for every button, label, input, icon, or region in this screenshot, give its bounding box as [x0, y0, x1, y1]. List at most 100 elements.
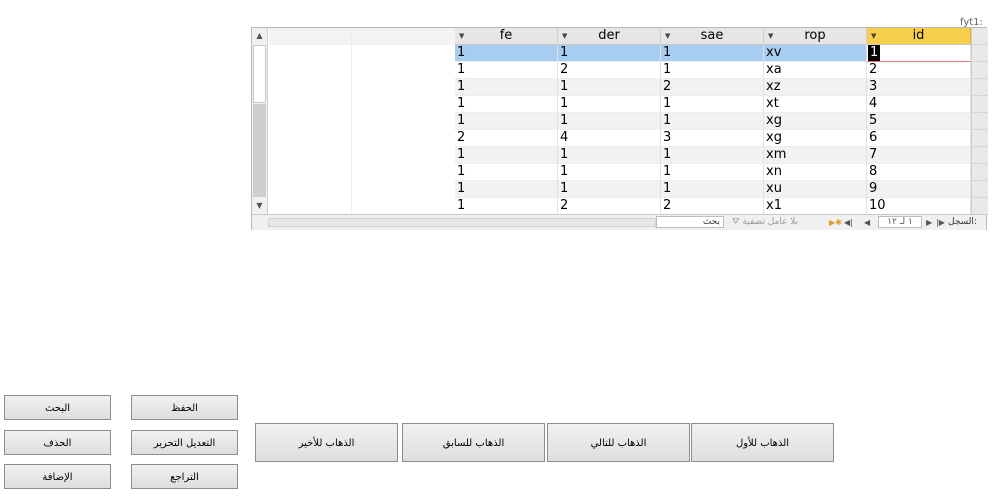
cell-der[interactable]: 4 [558, 130, 661, 147]
table-row[interactable]: 1 2 1 xa 2 [455, 62, 971, 79]
cell-der[interactable]: 1 [558, 45, 661, 62]
table-row[interactable]: 1 2 2 x1 10 [455, 198, 971, 215]
column-header-sae[interactable]: ▼ sae [661, 28, 764, 45]
chevron-down-icon[interactable]: ▼ [562, 28, 567, 45]
record-selector[interactable] [972, 96, 988, 113]
save-button[interactable]: الحفظ [131, 395, 238, 420]
cell-id[interactable]: 9 [867, 181, 971, 198]
edit-button[interactable]: التعديل التحرير [131, 430, 238, 455]
cell-id[interactable]: 5 [867, 113, 971, 130]
nav-prev-icon[interactable]: ▶ [926, 215, 932, 230]
cell-rop[interactable]: xn [764, 164, 867, 181]
cell-rop[interactable]: xg [764, 113, 867, 130]
cell-fe[interactable]: 2 [455, 130, 558, 147]
column-header-fe[interactable]: ▼ fe [455, 28, 558, 45]
scroll-thumb[interactable] [253, 45, 266, 103]
cell-sae[interactable]: 2 [661, 198, 764, 215]
nav-first-icon[interactable]: |▶ [936, 215, 945, 230]
scroll-track[interactable] [253, 104, 266, 197]
nav-next-icon[interactable]: ◀ [864, 215, 870, 230]
cell-id-value[interactable]: 1 [867, 45, 881, 61]
go-last-button[interactable]: الذهاب للأخير [255, 423, 398, 462]
cell-fe[interactable]: 1 [455, 113, 558, 130]
cell-rop[interactable]: xm [764, 147, 867, 164]
cell-rop[interactable]: xt [764, 96, 867, 113]
record-selector[interactable] [972, 62, 988, 79]
cell-rop[interactable]: xu [764, 181, 867, 198]
cell-sae[interactable]: 1 [661, 96, 764, 113]
horizontal-scrollbar[interactable] [268, 218, 656, 227]
cell-sae[interactable]: 1 [661, 45, 764, 62]
cell-sae[interactable]: 1 [661, 181, 764, 198]
search-input[interactable]: بحث [656, 216, 724, 228]
column-header-rop[interactable]: ▼ rop [764, 28, 867, 45]
chevron-down-icon[interactable]: ▼ [459, 28, 464, 45]
cell-id[interactable]: 7 [867, 147, 971, 164]
scroll-up-arrow-icon[interactable]: ▲ [252, 28, 267, 44]
cell-id[interactable]: 1 [867, 45, 971, 62]
cell-rop[interactable]: xv [764, 45, 867, 62]
cell-id[interactable]: 10 [867, 198, 971, 215]
cell-sae[interactable]: 3 [661, 130, 764, 147]
cell-rop[interactable]: xa [764, 62, 867, 79]
cell-id[interactable]: 2 [867, 62, 971, 79]
cell-fe[interactable]: 1 [455, 96, 558, 113]
cell-der[interactable]: 1 [558, 113, 661, 130]
cell-der[interactable]: 1 [558, 181, 661, 198]
go-previous-button[interactable]: الذهاب للسابق [402, 423, 545, 462]
table-row[interactable]: 1 1 1 xn 8 [455, 164, 971, 181]
record-selector[interactable] [972, 164, 988, 181]
table-row[interactable]: 1 1 1 xu 9 [455, 181, 971, 198]
table-row[interactable]: 1 1 1 xt 4 [455, 96, 971, 113]
record-selector[interactable] [972, 198, 988, 215]
nav-new-icon[interactable]: ▶✱ [829, 215, 842, 230]
cell-id[interactable]: 6 [867, 130, 971, 147]
cell-fe[interactable]: 1 [455, 147, 558, 164]
cell-fe[interactable]: 1 [455, 198, 558, 215]
scroll-down-arrow-icon[interactable]: ▼ [252, 198, 267, 214]
cell-der[interactable]: 1 [558, 79, 661, 96]
record-selector[interactable] [972, 79, 988, 96]
go-first-button[interactable]: الذهاب للأول [691, 423, 834, 462]
chevron-down-icon[interactable]: ▼ [768, 28, 773, 45]
go-next-button[interactable]: الذهاب للتالي [547, 423, 690, 462]
column-header-id[interactable]: ▼ id [867, 28, 971, 45]
table-row[interactable]: 1 1 1 xg 5 [455, 113, 971, 130]
current-record-box[interactable]: ١ لـ ١٢ [878, 216, 922, 228]
cell-der[interactable]: 1 [558, 164, 661, 181]
cell-id[interactable]: 8 [867, 164, 971, 181]
cell-sae[interactable]: 1 [661, 62, 764, 79]
undo-button[interactable]: التراجع [131, 464, 238, 489]
cell-der[interactable]: 1 [558, 96, 661, 113]
record-selector-column[interactable] [971, 28, 988, 215]
cell-id[interactable]: 3 [867, 79, 971, 96]
record-selector[interactable] [972, 45, 988, 62]
cell-sae[interactable]: 1 [661, 164, 764, 181]
cell-der[interactable]: 2 [558, 198, 661, 215]
table-row[interactable]: 2 4 3 xg 6 [455, 130, 971, 147]
cell-fe[interactable]: 1 [455, 45, 558, 62]
cell-der[interactable]: 2 [558, 62, 661, 79]
filter-status[interactable]: ⛛ بلا عامل تصفية [732, 215, 812, 230]
record-selector[interactable] [972, 181, 988, 198]
table-row[interactable]: 1 1 1 xm 7 [455, 147, 971, 164]
table-row[interactable]: 1 1 1 xv 1 [455, 45, 971, 62]
vertical-scrollbar[interactable]: ▲ ▼ [252, 28, 268, 214]
nav-last-icon[interactable]: ◀| [844, 215, 853, 230]
delete-button[interactable]: الحذف [4, 430, 111, 455]
cell-fe[interactable]: 1 [455, 79, 558, 96]
cell-sae[interactable]: 1 [661, 147, 764, 164]
record-selector[interactable] [972, 130, 988, 147]
cell-fe[interactable]: 1 [455, 164, 558, 181]
cell-rop[interactable]: xg [764, 130, 867, 147]
record-selector[interactable] [972, 113, 988, 130]
cell-rop[interactable]: x1 [764, 198, 867, 215]
cell-der[interactable]: 1 [558, 147, 661, 164]
record-selector[interactable] [972, 28, 988, 45]
search-button[interactable]: البحث [4, 395, 111, 420]
chevron-down-icon[interactable]: ▼ [665, 28, 670, 45]
table-row[interactable]: 1 1 2 xz 3 [455, 79, 971, 96]
cell-sae[interactable]: 1 [661, 113, 764, 130]
cell-fe[interactable]: 1 [455, 181, 558, 198]
cell-fe[interactable]: 1 [455, 62, 558, 79]
